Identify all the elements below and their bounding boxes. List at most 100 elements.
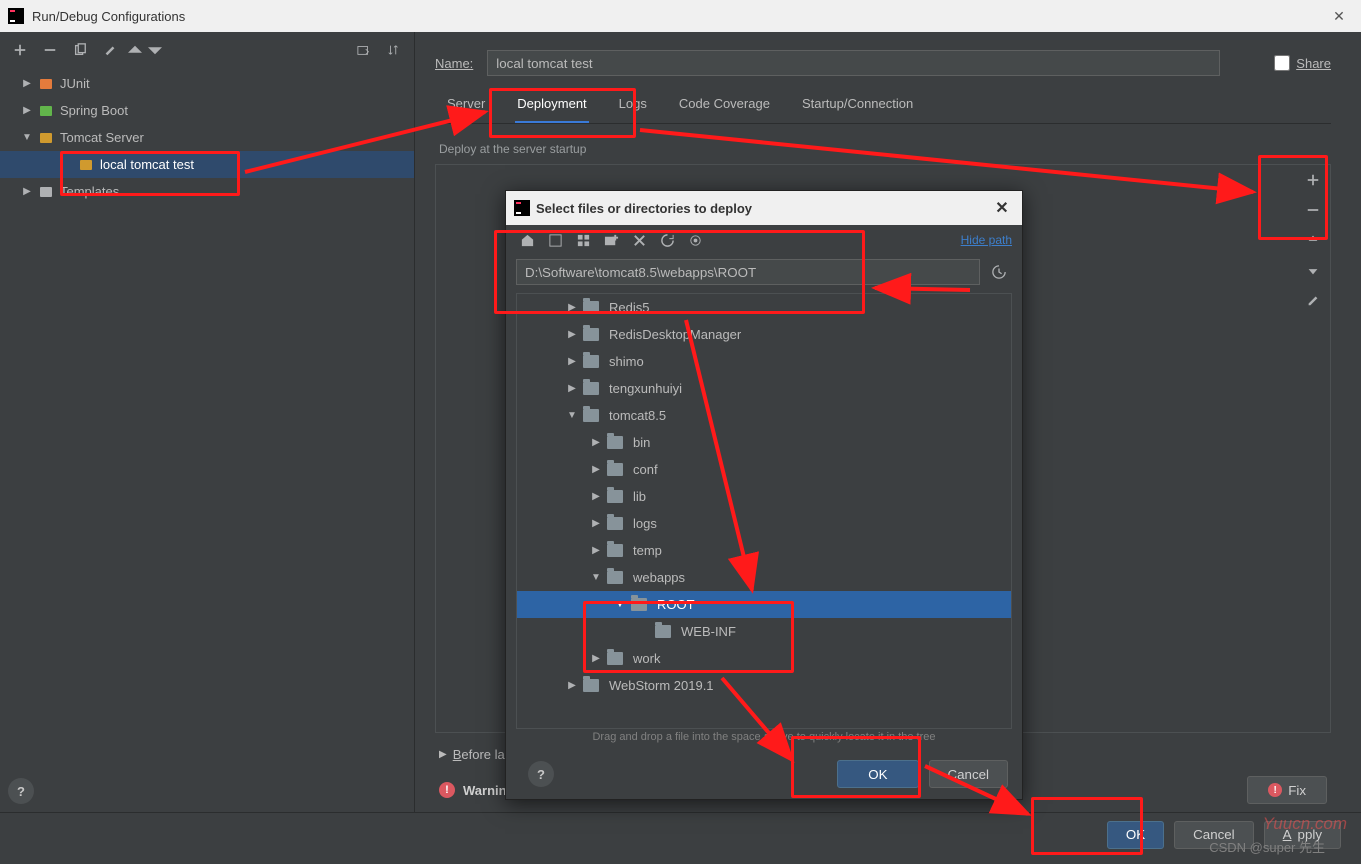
share-checkbox-row[interactable]: Share [1274,55,1331,71]
tree-arrow-icon: ▶ [565,329,579,340]
config-tabs: Server Deployment Logs Code Coverage Startup… [435,88,1331,124]
tab-startup-connection[interactable]: Startup/Connection [800,88,915,123]
window-title: Run/Debug Configurations [32,9,1325,24]
file-tree-label: RedisDesktopManager [609,327,741,342]
tree-arrow-icon: ▶ [589,437,603,448]
tree-arrow-icon: ▶ [589,653,603,664]
tree-arrow-icon: ▼ [589,572,603,583]
modal-close-button[interactable]: ✕ [990,198,1014,218]
new-folder-icon[interactable] [600,229,622,251]
file-tree-item[interactable]: ▶conf [517,456,1011,483]
file-tree-label: tomcat8.5 [609,408,666,423]
config-name-input[interactable] [487,50,1220,76]
warning-label: Warnin [463,783,507,798]
file-tree-item[interactable]: ▶lib [517,483,1011,510]
config-tree-label: Spring Boot [60,103,128,118]
fix-button[interactable]: !Fix [1247,776,1327,804]
tree-arrow-icon: ▶ [20,105,34,116]
dialog-cancel-button[interactable]: Cancel [1174,821,1254,849]
file-tree-item[interactable]: ▼ROOT [517,591,1011,618]
edit-icon[interactable] [1298,285,1328,315]
file-tree-item[interactable]: ▶work [517,645,1011,672]
home-icon[interactable] [516,229,538,251]
file-tree-item[interactable]: ▶ RedisDesktopManager [517,321,1011,348]
add-icon[interactable] [1298,165,1328,195]
tree-arrow-icon: ▶ [20,186,34,197]
folder-icon [583,409,599,422]
up-icon[interactable] [1298,225,1328,255]
file-chooser-modal: Select files or directories to deploy ✕ … [505,190,1023,800]
file-tree-item[interactable]: ▶Redis5 [517,294,1011,321]
file-tree-label: bin [633,435,650,450]
file-tree-item[interactable]: ▶ bin [517,429,1011,456]
chevron-up-icon[interactable] [128,38,142,62]
file-tree-item[interactable]: WEB-INF [517,618,1011,645]
chevron-down-icon[interactable] [148,38,162,62]
show-hidden-icon[interactable] [684,229,706,251]
add-config-icon[interactable] [8,38,32,62]
modal-help-button[interactable]: ? [528,761,554,787]
config-tree[interactable]: ▶ JUnit▶ Spring Boot▼ Tomcat Server loca… [0,68,414,770]
delete-icon[interactable] [628,229,650,251]
tab-code-coverage[interactable]: Code Coverage [677,88,772,123]
config-type-icon [38,103,54,119]
sidebar-toolbar [0,32,414,68]
file-tree-item[interactable]: ▼ tomcat8.5 [517,402,1011,429]
config-tree-label: Templates [60,184,119,199]
tab-server[interactable]: Server [445,88,487,123]
folder-icon [583,679,599,692]
file-tree-item[interactable]: ▶WebStorm 2019.1 [517,672,1011,699]
share-checkbox[interactable] [1274,55,1290,71]
refresh-icon[interactable] [656,229,678,251]
file-tree-item[interactable]: ▶temp [517,537,1011,564]
file-tree-item[interactable]: ▶shimo [517,348,1011,375]
file-tree[interactable]: ▶Redis5▶RedisDesktopManager▶shimo▶tengxu… [516,293,1012,729]
down-icon[interactable] [1298,255,1328,285]
settings-icon[interactable] [98,38,122,62]
move-to-folder-icon[interactable] [352,38,376,62]
window-close-button[interactable]: ✕ [1325,2,1353,30]
config-tree-item[interactable]: ▶ Spring Boot [0,97,414,124]
modal-title-text: Select files or directories to deploy [536,201,990,216]
config-tree-label: local tomcat test [100,157,194,172]
dialog-button-bar: OK Cancel Apply [0,812,1361,856]
tree-arrow-icon: ▼ [565,410,579,421]
remove-config-icon[interactable] [38,38,62,62]
hide-path-link[interactable]: Hide path [961,233,1012,247]
file-tree-item[interactable]: ▶tengxunhuiyi [517,375,1011,402]
file-tree-label: Redis5 [609,300,649,315]
module-icon[interactable] [544,229,566,251]
folder-icon [607,517,623,530]
tree-arrow-icon: ▶ [565,383,579,394]
history-icon[interactable] [986,259,1012,285]
modal-toolbar: Hide path [506,225,1022,255]
tab-deployment[interactable]: Deployment [515,88,588,123]
config-tree-label: Tomcat Server [60,130,144,145]
modal-ok-button[interactable]: OK [837,760,918,788]
file-tree-label: shimo [609,354,644,369]
file-tree-label: webapps [633,570,685,585]
folder-icon [607,571,623,584]
file-tree-label: WEB-INF [681,624,736,639]
file-tree-item[interactable]: ▼ webapps [517,564,1011,591]
config-tree-item[interactable]: ▼ Tomcat Server [0,124,414,151]
copy-config-icon[interactable] [68,38,92,62]
config-tree-item[interactable]: ▶ JUnit [0,70,414,97]
file-tree-item[interactable]: ▶logs [517,510,1011,537]
config-type-icon [38,184,54,200]
remove-icon[interactable] [1298,195,1328,225]
deploy-section-label: Deploy at the server startup [439,142,1331,156]
modal-cancel-button[interactable]: Cancel [929,760,1009,788]
folder-icon [607,652,623,665]
window-titlebar: Run/Debug Configurations ✕ [0,0,1361,32]
config-tree-item[interactable]: ▶ Templates [0,178,414,205]
folder-icon [583,328,599,341]
apps-icon[interactable] [572,229,594,251]
sort-icon[interactable] [382,38,406,62]
dialog-ok-button[interactable]: OK [1107,821,1164,849]
dialog-apply-button[interactable]: Apply [1264,821,1341,849]
sidebar-help-button[interactable]: ? [8,778,34,804]
config-tree-item[interactable]: local tomcat test [0,151,414,178]
tab-logs[interactable]: Logs [617,88,649,123]
path-input[interactable] [516,259,980,285]
